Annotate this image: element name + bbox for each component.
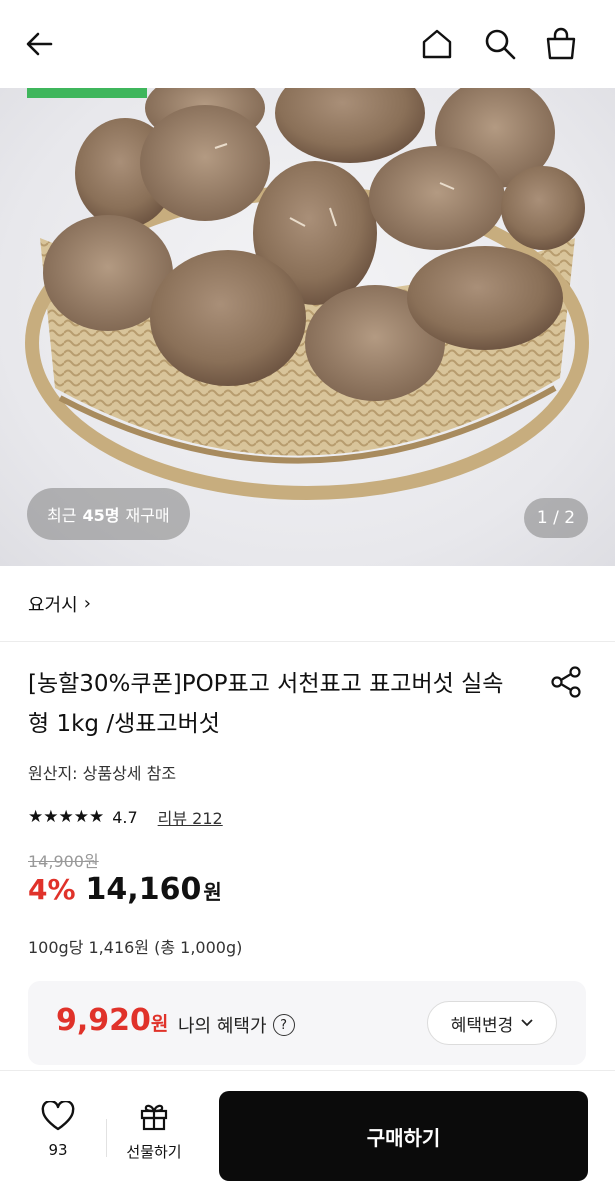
image-pager: 1 / 2: [524, 498, 588, 538]
repurchase-prefix: 최근: [47, 506, 77, 525]
bottom-action-bar: 93 선물하기 구매하기: [0, 1070, 615, 1200]
unit-price: 100g당 1,416원 (총 1,000g): [28, 938, 243, 957]
price-unit: 원: [203, 880, 222, 904]
like-button[interactable]: 93: [28, 1099, 88, 1159]
benefit-label: 나의 혜택가: [178, 1016, 267, 1037]
like-count: 93: [48, 1141, 68, 1159]
gift-icon: [140, 1104, 168, 1131]
repurchase-count: 45명: [82, 506, 120, 525]
repurchase-badge: 최근 45명 재구매: [27, 488, 190, 540]
buy-button[interactable]: 구매하기: [219, 1091, 588, 1181]
search-icon[interactable]: [480, 24, 520, 64]
divider: [106, 1119, 107, 1157]
shop-link[interactable]: 요거시 ›: [0, 566, 615, 642]
rating-value: 4.7: [112, 807, 138, 827]
question-icon[interactable]: ?: [272, 1014, 295, 1036]
rating-row: ★★★★★ 4.7 리뷰 212: [28, 805, 223, 829]
chevron-right-icon: ›: [83, 593, 91, 614]
promo-tag: [27, 88, 147, 98]
share-icon[interactable]: [548, 664, 584, 700]
shop-name: 요거시: [28, 594, 78, 616]
benefit-price-unit: 원: [150, 1013, 169, 1035]
gift-button[interactable]: 선물하기: [112, 1101, 196, 1162]
chevron-down-icon: [521, 1019, 533, 1027]
benefit-box: 9,920원 나의 혜택가 ? 혜택변경: [28, 981, 586, 1065]
benefit-price-value: 9,920: [56, 1003, 151, 1038]
product-title: [농할30%쿠폰]POP표고 서천표고 표고버섯 실속형 1kg /생표고버섯: [28, 671, 504, 737]
benefit-change-button[interactable]: 혜택변경: [427, 1001, 557, 1045]
sale-price: 14,160: [85, 872, 202, 907]
discount-rate: 4%: [28, 873, 76, 906]
back-arrow-icon[interactable]: [20, 24, 60, 64]
origin-info: 원산지: 상품상세 참조: [28, 764, 177, 783]
shopping-bag-icon[interactable]: [541, 24, 581, 64]
star-icon: ★★★★★: [28, 807, 105, 827]
benefit-change-label: 혜택변경: [450, 1015, 514, 1036]
review-link[interactable]: 리뷰 212: [158, 805, 223, 829]
benefit-price: 9,920원: [56, 1003, 168, 1038]
repurchase-suffix: 재구매: [125, 506, 170, 525]
product-image[interactable]: 최근 45명 재구매 1 / 2: [0, 88, 615, 566]
original-price: 14,900원: [28, 852, 99, 871]
gift-label: 선물하기: [126, 1143, 182, 1161]
top-bar: [0, 0, 615, 88]
price-row: 4% 14,160 원: [28, 872, 222, 907]
benefit-label-wrap: 나의 혜택가 ?: [178, 1012, 295, 1038]
home-icon[interactable]: [417, 24, 457, 64]
heart-icon: [41, 1099, 75, 1131]
